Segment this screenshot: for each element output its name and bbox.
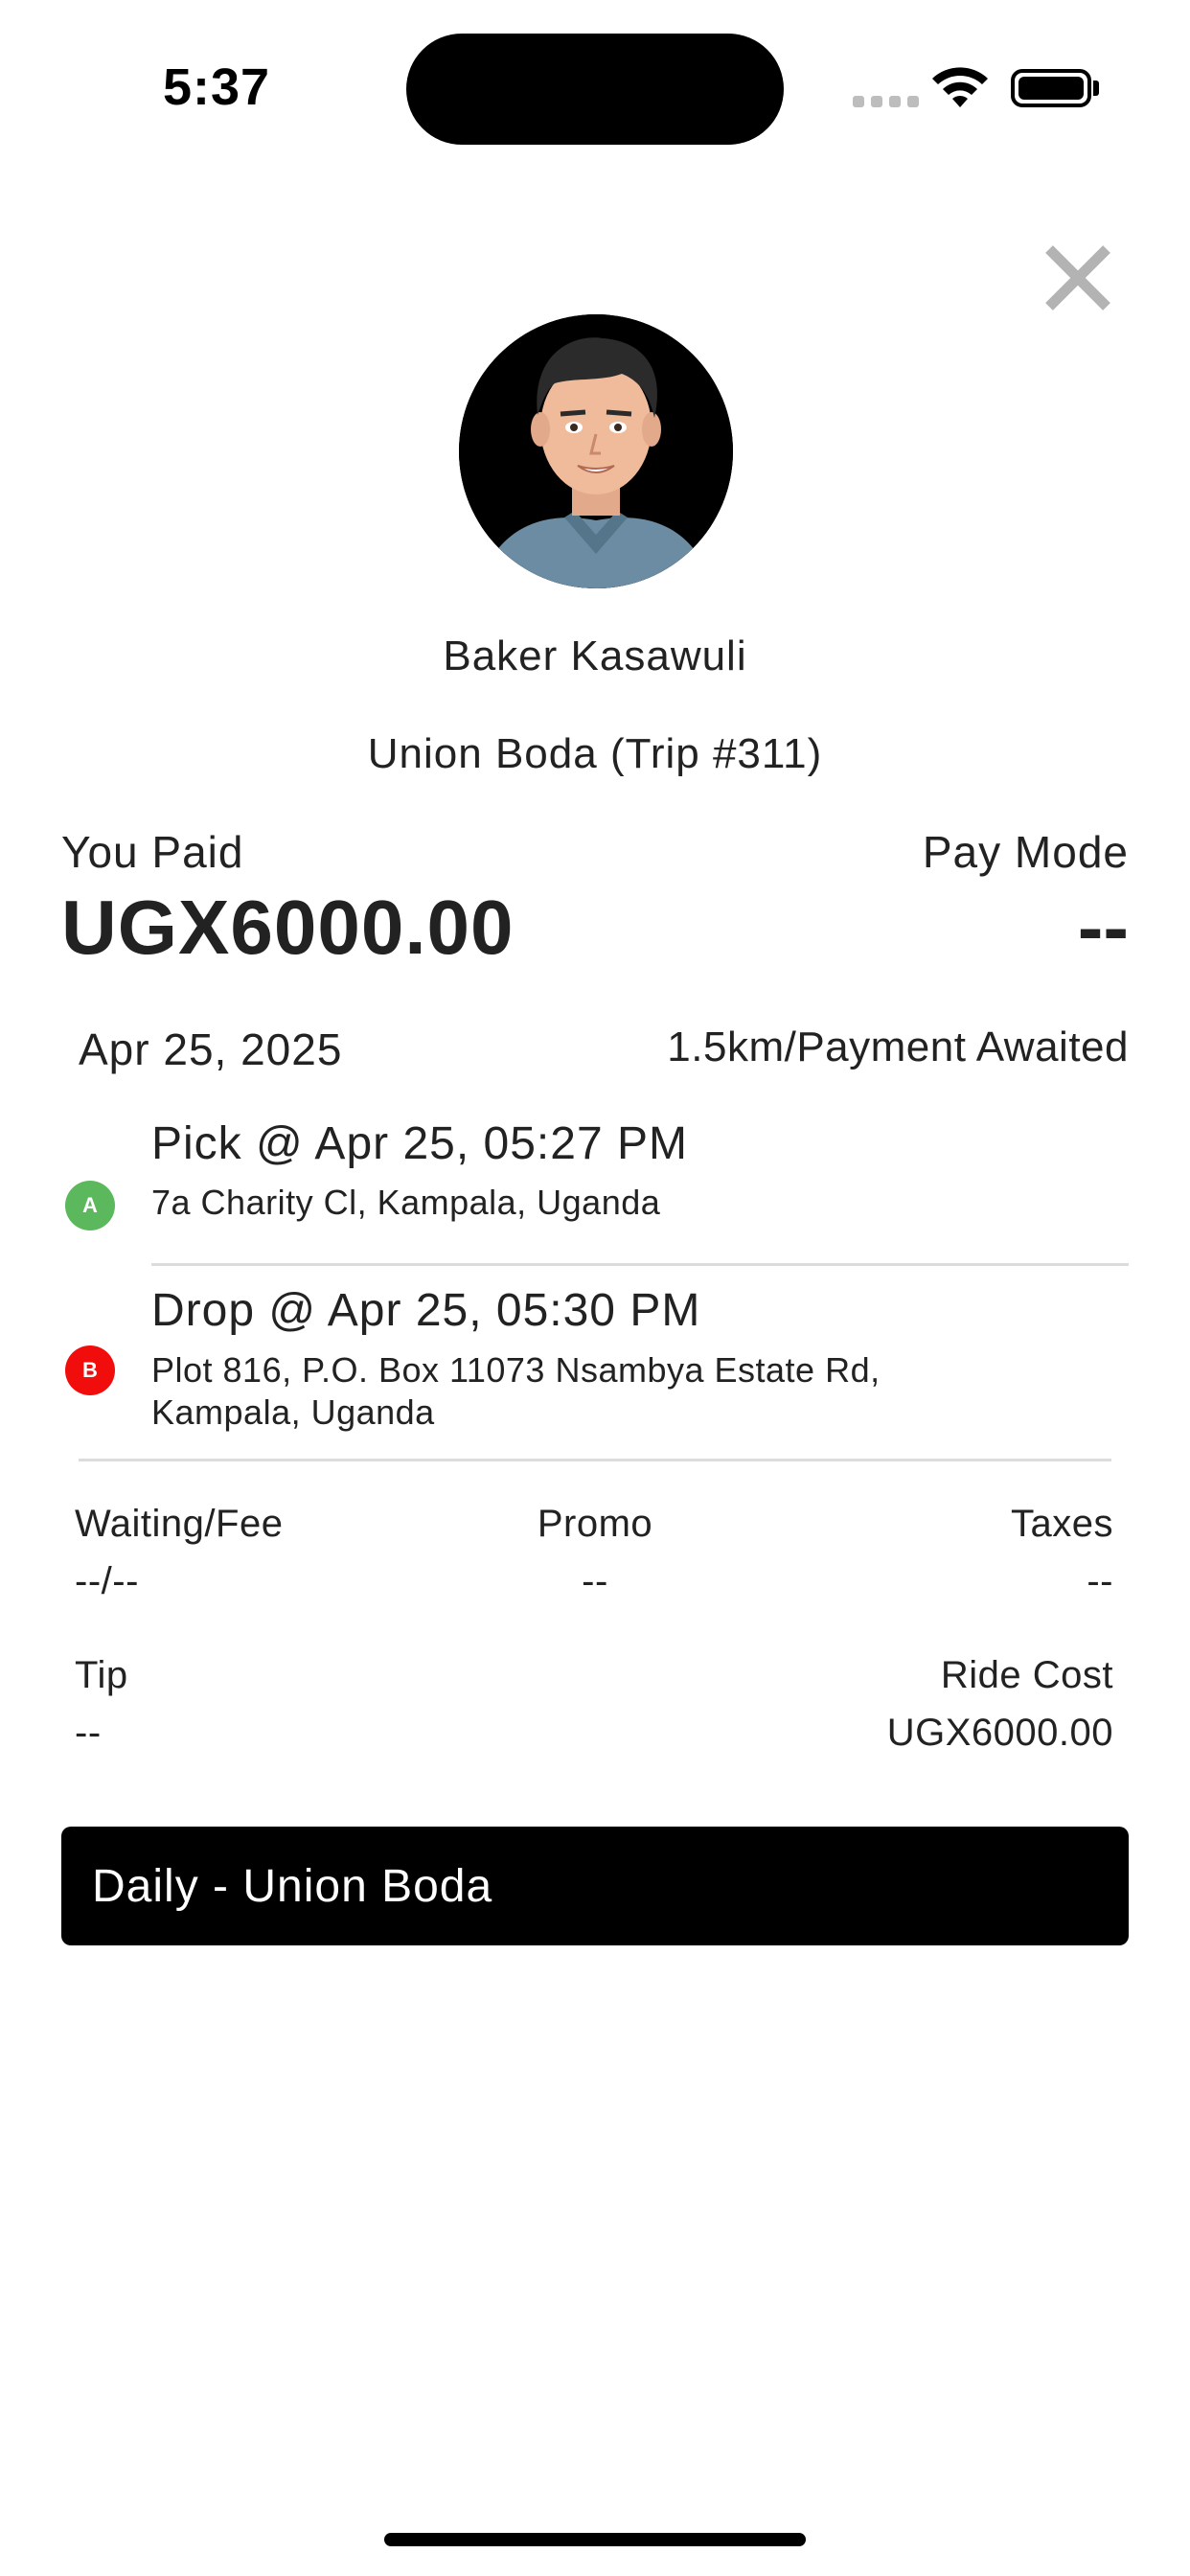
promo-value: -- — [582, 1560, 608, 1602]
plan-label: Daily - Union Boda — [92, 1860, 493, 1912]
pay-mode-value: -- — [1077, 885, 1129, 970]
pickup-address: 7a Charity Cl, Kampala, Uganda — [151, 1183, 661, 1222]
pickup-time: Pick @ Apr 25, 05:27 PM — [151, 1118, 688, 1169]
ride-cost-value: UGX6000.00 — [886, 1712, 1113, 1754]
tip-value: -- — [75, 1712, 102, 1754]
battery-cap — [1093, 80, 1099, 96]
section-divider — [79, 1459, 1111, 1461]
dropoff-marker-icon: B — [65, 1346, 115, 1395]
ride-cost-label: Ride Cost — [940, 1654, 1113, 1696]
pickup-marker-icon: A — [65, 1181, 115, 1230]
pay-mode-label: Pay Mode — [922, 827, 1129, 877]
signal-icon — [853, 96, 919, 107]
taxes-value: -- — [1087, 1560, 1113, 1602]
dropoff-address-line1: Plot 816, P.O. Box 11073 Nsambya Estate … — [151, 1350, 881, 1390]
driver-avatar — [459, 314, 733, 588]
dropoff-time: Drop @ Apr 25, 05:30 PM — [151, 1285, 701, 1336]
battery-icon — [1011, 69, 1091, 107]
driver-name: Baker Kasawuli — [443, 632, 747, 679]
status-time: 5:37 — [163, 58, 271, 116]
trip-date: Apr 25, 2025 — [79, 1024, 343, 1074]
taxes-label: Taxes — [1011, 1503, 1113, 1545]
close-icon[interactable] — [1040, 240, 1116, 316]
wifi-icon — [932, 67, 988, 107]
paid-label: You Paid — [61, 827, 244, 877]
paid-amount: UGX6000.00 — [61, 885, 515, 970]
tip-label: Tip — [75, 1654, 128, 1696]
trip-distance-status: 1.5km/Payment Awaited — [667, 1024, 1129, 1070]
trip-title: Union Boda (Trip #311) — [367, 730, 823, 777]
route-divider — [151, 1263, 1129, 1266]
home-indicator[interactable] — [384, 2533, 806, 2546]
dropoff-address-line2: Kampala, Uganda — [151, 1392, 435, 1432]
plan-bar[interactable]: Daily - Union Boda — [61, 1827, 1129, 1945]
dropoff-address: Plot 816, P.O. Box 11073 Nsambya Estate … — [151, 1349, 1110, 1434]
dynamic-island — [406, 34, 784, 145]
